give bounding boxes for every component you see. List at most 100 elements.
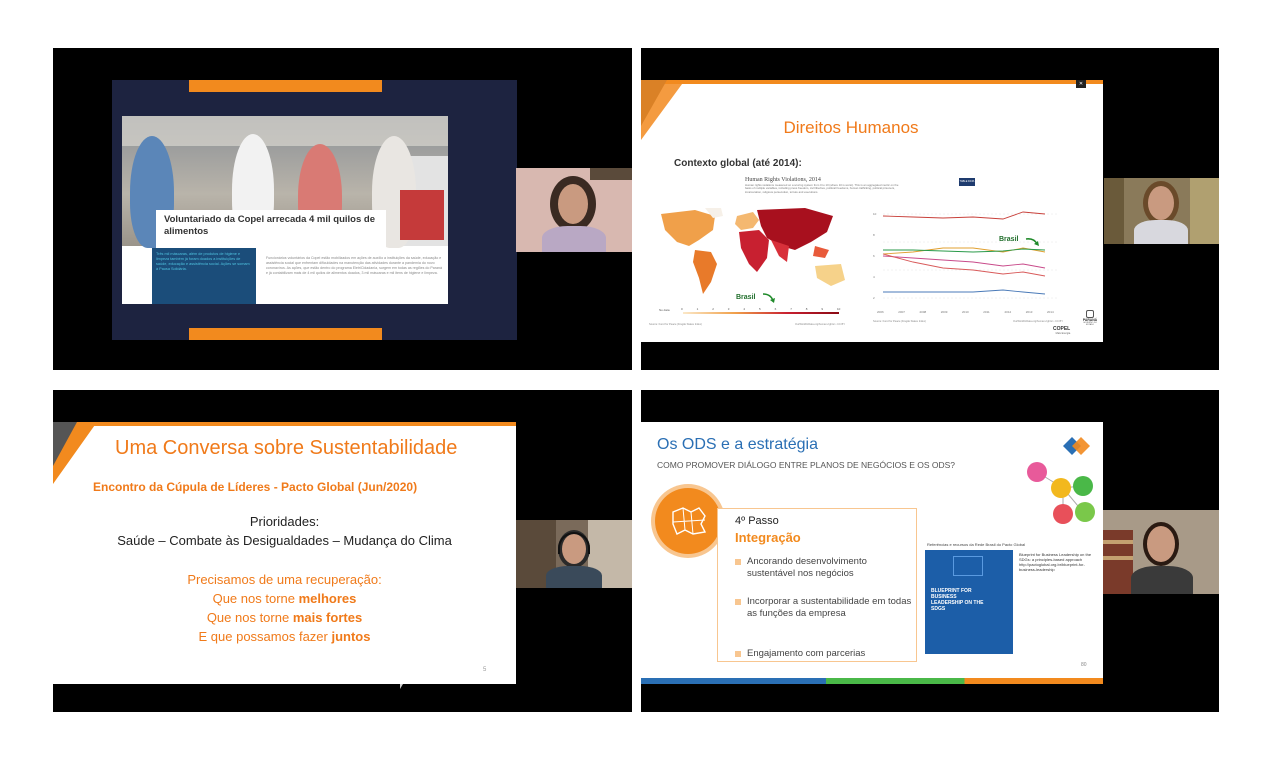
step-title: Integração bbox=[735, 530, 801, 545]
legend-tick-label: 1 bbox=[696, 307, 699, 311]
series-line bbox=[883, 289, 1046, 295]
map-source: Source: Fund for Peace (Fragile States I… bbox=[649, 323, 702, 326]
ods-logo-icon bbox=[1063, 437, 1090, 455]
bullet-square-icon bbox=[735, 559, 741, 565]
legend-no-data: No data bbox=[659, 308, 670, 312]
y-tick-label: 2 bbox=[873, 296, 875, 300]
arrow-icon bbox=[1025, 238, 1039, 246]
x-tick-label: 2006 bbox=[877, 310, 884, 314]
recovery-line: E que possamos fazer juntos bbox=[198, 629, 371, 644]
recovery-line: Que nos torne mais fortes bbox=[206, 610, 363, 625]
map-source-right: OurWorldInData.org/human-rights/ • CC BY bbox=[795, 323, 846, 326]
x-tick-label: 2007 bbox=[898, 310, 905, 314]
article-headline: Voluntariado da Copel arrecada 4 mil qui… bbox=[164, 214, 375, 237]
bullet-item: Ancorando desenvolvimento sustentável no… bbox=[735, 556, 915, 596]
participant-camera[interactable] bbox=[516, 168, 632, 252]
page-number: 5 bbox=[483, 667, 487, 673]
y-tick-label: 8 bbox=[873, 233, 875, 237]
shared-screen: Os ODS e a estratégia COMO PROMOVER DIÁL… bbox=[641, 422, 1103, 684]
close-icon[interactable]: ✕ bbox=[1076, 80, 1086, 88]
shared-screen: Uma Conversa sobre Sustentabilidade Enco… bbox=[53, 422, 516, 684]
participant-torso bbox=[1134, 220, 1188, 244]
book-caption: Blueprint for Business Leadership on the… bbox=[1019, 552, 1092, 572]
video-tile-bottom-left[interactable]: Uma Conversa sobre Sustentabilidade Enco… bbox=[53, 390, 632, 712]
x-tick-label: 2008 bbox=[919, 310, 927, 314]
parana-crest-icon bbox=[1086, 310, 1094, 318]
legend-tick-label: 6 bbox=[774, 307, 777, 311]
orange-bar-top bbox=[189, 80, 382, 92]
legend-tick-label: 10 bbox=[837, 307, 841, 311]
x-tick-label: 2009 bbox=[940, 310, 948, 314]
page-number: 80 bbox=[1081, 662, 1087, 668]
participant-torso bbox=[542, 226, 606, 252]
caption-box: Três mil máscaras, além de produtos de h… bbox=[152, 248, 256, 304]
y-tick-label: 6 bbox=[873, 254, 875, 258]
bullet-square-icon bbox=[735, 599, 741, 605]
copel-logo: COPEL Mais Energia bbox=[1053, 326, 1071, 335]
participant-face bbox=[1147, 526, 1175, 562]
parana-logo: PARANÁ GOVERNO DO ESTADO bbox=[1079, 310, 1101, 326]
x-tick-label: 2014 bbox=[1047, 310, 1054, 314]
x-tick-label: 2010 bbox=[962, 310, 969, 314]
headphones-icon bbox=[558, 532, 590, 554]
priorities-list: Saúde – Combate às Desigualdades – Mudan… bbox=[117, 533, 452, 548]
table-data-button[interactable]: TABLE DATA bbox=[959, 178, 975, 186]
brasil-label-map: Brasil bbox=[736, 294, 756, 301]
video-tile-bottom-right[interactable]: Os ODS e a estratégia COMO PROMOVER DIÁL… bbox=[641, 390, 1219, 712]
video-tile-top-right[interactable]: ✕ Direitos Humanos Contexto global (até … bbox=[641, 48, 1219, 370]
y-tick-label: 10 bbox=[873, 212, 877, 216]
article-caption: Três mil máscaras, além de produtos de h… bbox=[156, 252, 250, 271]
sdg-wheel-icon bbox=[1027, 462, 1095, 524]
x-tick-label: 2011 bbox=[983, 310, 990, 314]
legend-tick-label: 2 bbox=[712, 307, 714, 311]
bullet-item: Incorporar a sustentabilidade em todas a… bbox=[735, 596, 915, 648]
map-legend: No data 0 1 2 3 4 5 6 7 8 9 10 bbox=[659, 307, 845, 316]
legend-tick-label: 7 bbox=[790, 307, 792, 311]
chart-x-ticks: 2006 2007 2008 2009 2010 2011 2012 2013 2014 bbox=[877, 310, 1057, 316]
bullet-square-icon bbox=[735, 651, 741, 657]
legend-tick-label: 3 bbox=[727, 307, 730, 311]
chart-source-right: OurWorldInData.org/human-rights/ • CC BY bbox=[1013, 320, 1064, 323]
legend-ticks: 0 1 2 3 4 5 6 7 8 9 10 bbox=[681, 307, 841, 311]
shared-screen: Voluntariado da Copel arrecada 4 mil qui… bbox=[112, 80, 517, 340]
world-map bbox=[661, 208, 845, 294]
participant-camera[interactable] bbox=[1104, 178, 1219, 244]
shared-screen: ✕ Direitos Humanos Contexto global (até … bbox=[641, 80, 1103, 342]
video-tile-top-left[interactable]: Voluntariado da Copel arrecada 4 mil qui… bbox=[53, 48, 632, 370]
legend-tick-label: 0 bbox=[681, 307, 683, 311]
series-line bbox=[882, 211, 1046, 220]
x-tick-label: 2013 bbox=[1025, 310, 1033, 314]
priorities-heading: Prioridades: bbox=[249, 514, 320, 529]
puzzle-map-icon bbox=[672, 507, 707, 535]
orange-bar-bottom bbox=[189, 328, 382, 340]
recovery-line: Que nos torne melhores bbox=[212, 591, 357, 606]
map-note: Human rights violations measured on a sc… bbox=[745, 183, 899, 194]
arrow-icon bbox=[762, 293, 775, 303]
chart-source: Source: Fund for Peace (Fragile States I… bbox=[873, 320, 926, 323]
slide-footer-bar bbox=[641, 678, 1103, 684]
slide-subtitle: COMO PROMOVER DIÁLOGO ENTRE PLANOS DE NE… bbox=[657, 460, 956, 470]
step-label: 4º Passo bbox=[735, 515, 779, 527]
chart-y-ticks: 10 8 6 4 2 bbox=[873, 208, 881, 308]
series-line bbox=[882, 255, 1046, 269]
participant-torso bbox=[1131, 566, 1193, 594]
slide-title: Uma Conversa sobre Sustentabilidade bbox=[115, 437, 458, 459]
y-tick-label: 4 bbox=[873, 275, 875, 279]
participant-camera[interactable] bbox=[1103, 510, 1219, 594]
x-tick-label: 2012 bbox=[1004, 310, 1012, 314]
mouse-cursor-icon bbox=[400, 684, 403, 689]
slide-title: Os ODS e a estratégia bbox=[657, 436, 818, 453]
slide-subtitle: Encontro da Cúpula de Líderes - Pacto Gl… bbox=[93, 480, 418, 494]
legend-tick-label: 5 bbox=[759, 307, 761, 311]
article-body: Funcionários voluntários da Copel estão … bbox=[266, 256, 442, 275]
bullet-item: Engajamento com parcerias bbox=[735, 648, 915, 660]
participant-face bbox=[1148, 186, 1174, 220]
news-article: Voluntariado da Copel arrecada 4 mil qui… bbox=[122, 116, 448, 304]
blueprint-book-cover[interactable]: BLUEPRINT FOR BUSINESS LEADERSHIP ON THE… bbox=[925, 550, 1013, 654]
participant-camera[interactable] bbox=[516, 520, 632, 588]
participant-face bbox=[558, 184, 588, 224]
slide-title: Direitos Humanos bbox=[783, 118, 919, 137]
book-title: BLUEPRINT FOR BUSINESS LEADERSHIP ON THE… bbox=[931, 588, 984, 612]
brasil-label-chart: Brasil bbox=[999, 236, 1019, 243]
participant-torso bbox=[546, 566, 602, 588]
